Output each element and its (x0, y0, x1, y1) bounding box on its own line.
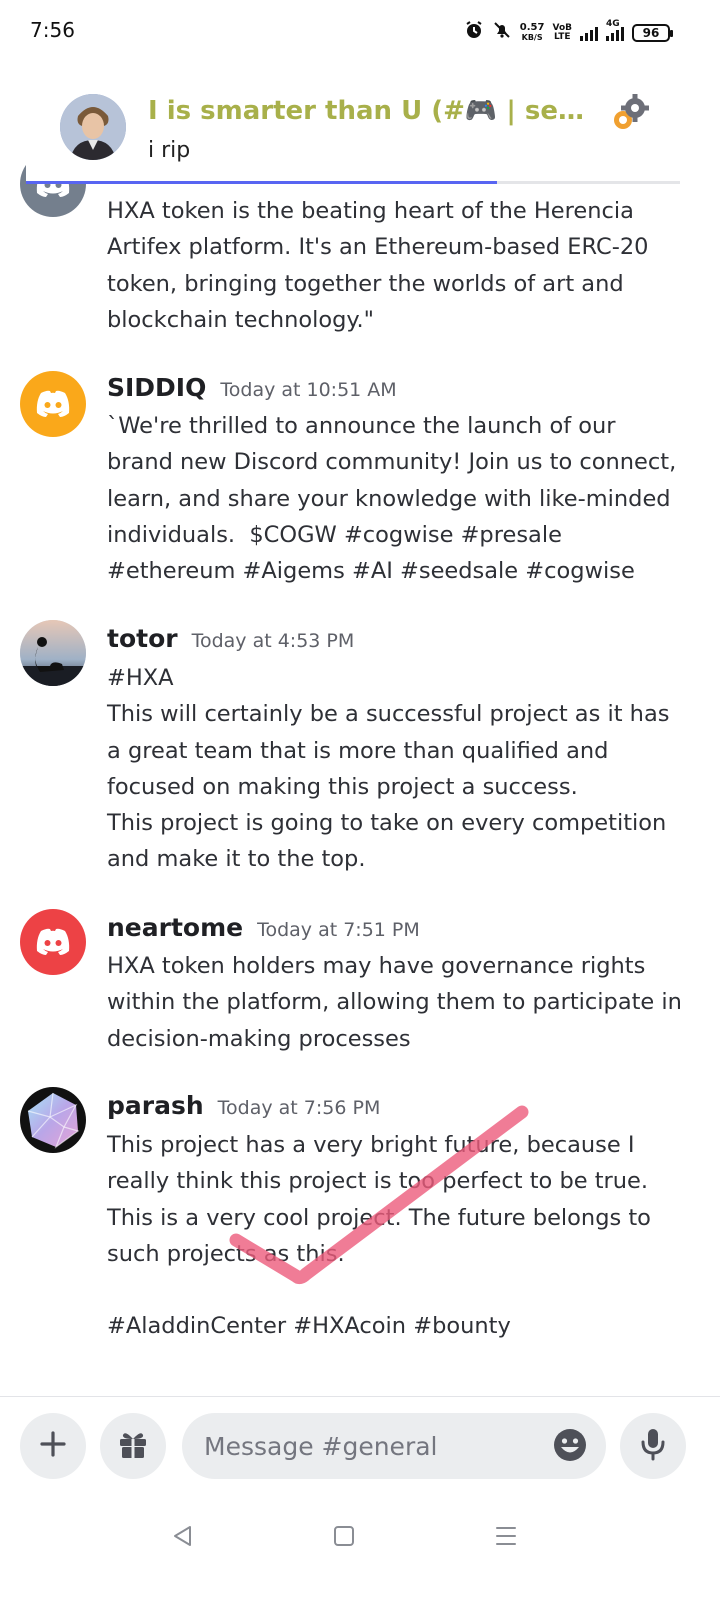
discord-icon[interactable] (20, 371, 86, 437)
message-text: HXA token holders may have governance ri… (107, 953, 690, 1052)
message-text: `We're thrilled to announce the launch o… (107, 413, 684, 585)
status-bar: 7:56 0.57 KB/S VoB LTE 4G 96 (0, 0, 720, 64)
message-list[interactable]: HXA token is the beating heart of the He… (0, 155, 720, 1395)
status-time: 7:56 (30, 18, 75, 42)
message-header: neartome Today at 7:51 PM (107, 913, 420, 942)
notification-progress-fill (26, 181, 497, 184)
timestamp: Today at 10:51 AM (220, 379, 397, 401)
home-square-icon[interactable] (324, 1516, 364, 1556)
mute-icon (492, 20, 512, 45)
notification-title: I is smarter than U (#🎮 | seaso... (148, 96, 598, 126)
net-speed: 0.57 KB/S (519, 21, 545, 42)
username[interactable]: parash (107, 1091, 204, 1120)
message-composer (0, 1396, 720, 1496)
timestamp: Today at 4:53 PM (191, 630, 355, 652)
avatar[interactable] (20, 620, 86, 686)
timestamp: Today at 7:56 PM (217, 1097, 381, 1119)
gear-icon[interactable] (610, 94, 650, 134)
gift-button[interactable] (100, 1413, 166, 1479)
username[interactable]: neartome (107, 913, 243, 942)
volte-indicator: VoB LTE (552, 22, 572, 42)
message-header: SIDDIQ Today at 10:51 AM (107, 373, 397, 402)
add-button[interactable] (20, 1413, 86, 1479)
menu-lines-icon[interactable] (486, 1516, 526, 1556)
username[interactable]: totor (107, 624, 178, 653)
alarm-icon (464, 20, 484, 45)
microphone-icon (639, 1427, 667, 1465)
message-text: HXA token is the beating heart of the He… (107, 198, 656, 333)
back-triangle-icon[interactable] (162, 1516, 202, 1556)
gift-icon (117, 1428, 149, 1464)
emoji-icon[interactable] (552, 1427, 588, 1463)
username[interactable]: SIDDIQ (107, 373, 206, 402)
system-nav-bar (0, 1496, 720, 1600)
voice-message-button[interactable] (620, 1413, 686, 1479)
plus-icon (39, 1430, 67, 1462)
status-icons: 0.57 KB/S VoB LTE 4G 96 (464, 19, 673, 45)
message-input[interactable] (182, 1413, 606, 1479)
notification-avatar (60, 94, 126, 160)
notification-progress (26, 181, 680, 184)
message-text: #HXA This will certainly be a successful… (107, 665, 670, 873)
notification-banner[interactable]: I is smarter than U (#🎮 | seaso... i rip (26, 82, 680, 184)
notification-body: i rip (148, 138, 191, 163)
signal-4g-icon: 4G (606, 19, 624, 41)
battery-icon: 96 (632, 23, 673, 42)
message-text: This project has a very bright future, b… (107, 1132, 651, 1340)
message-header: parash Today at 7:56 PM (107, 1091, 380, 1120)
discord-icon[interactable] (20, 909, 86, 975)
gem-icon[interactable] (20, 1087, 86, 1153)
timestamp: Today at 7:51 PM (257, 919, 420, 941)
message-header: totor Today at 4:53 PM (107, 624, 354, 653)
signal-icon (580, 25, 598, 41)
